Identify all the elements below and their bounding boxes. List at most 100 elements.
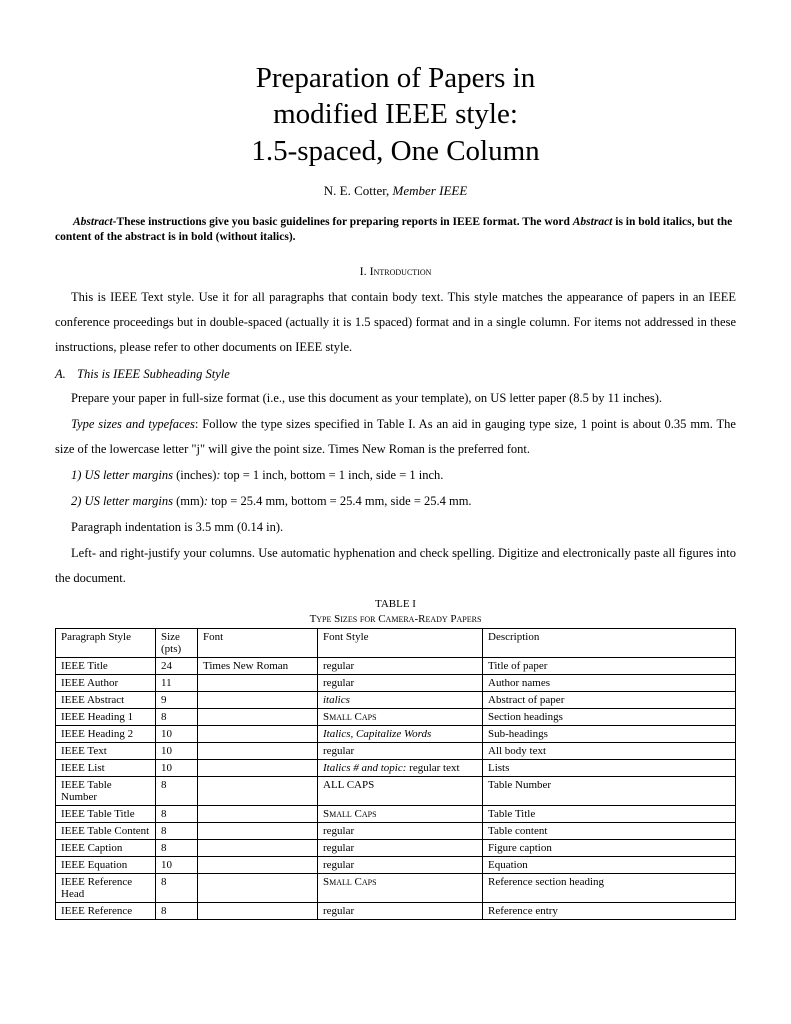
paragraph-a5: Paragraph indentation is 3.5 mm (0.14 in… <box>55 515 736 540</box>
cell-description: Title of paper <box>483 658 736 675</box>
cell-style: IEEE Abstract <box>56 692 156 709</box>
table-row: IEEE Reference Head8 Small CapsReference … <box>56 874 736 903</box>
cell-fontstyle: Small Caps <box>318 806 483 823</box>
cell-description: Sub-headings <box>483 726 736 743</box>
author-name: N. E. Cotter, <box>324 183 393 198</box>
author-affiliation: Member IEEE <box>393 183 468 198</box>
table-title: Type Sizes for Camera-Ready Papers <box>310 613 482 625</box>
section-heading-1: I. Introduction <box>55 264 736 279</box>
cell-style: IEEE Text <box>56 743 156 760</box>
cell-fontstyle: regular <box>318 675 483 692</box>
cell-description: All body text <box>483 743 736 760</box>
cell-font <box>198 777 318 806</box>
cell-size: 8 <box>156 806 198 823</box>
cell-description: Abstract of paper <box>483 692 736 709</box>
cell-fontstyle: Small Caps <box>318 874 483 903</box>
cell-size: 8 <box>156 874 198 903</box>
cell-font <box>198 760 318 777</box>
cell-fontstyle: italics <box>318 692 483 709</box>
table-row: IEEE Equation10regularEquation <box>56 857 736 874</box>
cell-fontstyle: regular <box>318 903 483 920</box>
cell-size: 8 <box>156 823 198 840</box>
table-row: IEEE Title24Times New RomanregularTitle … <box>56 658 736 675</box>
cell-font <box>198 675 318 692</box>
paper-title: Preparation of Papers in modified IEEE s… <box>55 60 736 169</box>
cell-fontstyle: ALL CAPS <box>318 777 483 806</box>
cell-font <box>198 903 318 920</box>
cell-font <box>198 709 318 726</box>
cell-font <box>198 823 318 840</box>
cell-style: IEEE Table Number <box>56 777 156 806</box>
cell-font <box>198 743 318 760</box>
table-body: IEEE Title24Times New RomanregularTitle … <box>56 658 736 920</box>
cell-description: Figure caption <box>483 840 736 857</box>
th-paragraph-style: Paragraph Style <box>56 629 156 658</box>
cell-size: 8 <box>156 709 198 726</box>
cell-style: IEEE Table Content <box>56 823 156 840</box>
title-line-1: Preparation of Papers in <box>256 62 535 94</box>
cell-description: Table Number <box>483 777 736 806</box>
cell-size: 10 <box>156 743 198 760</box>
type-sizes-table: Paragraph Style Size(pts) Font Font Styl… <box>55 628 736 920</box>
para-a4-rest: top = 25.4 mm, bottom = 25.4 mm, side = … <box>208 494 472 508</box>
section-title: Introduction <box>370 264 432 278</box>
section-number: I. <box>360 264 370 278</box>
table-row: IEEE Abstract9 italicsAbstract of paper <box>56 692 736 709</box>
para-a3-rest: top = 1 inch, bottom = 1 inch, side = 1 … <box>221 468 444 482</box>
cell-style: IEEE Heading 1 <box>56 709 156 726</box>
cell-fontstyle: regular <box>318 840 483 857</box>
cell-fontstyle: regular <box>318 823 483 840</box>
cell-size: 10 <box>156 726 198 743</box>
title-line-2: modified IEEE style: <box>273 98 518 130</box>
cell-description: Equation <box>483 857 736 874</box>
table-row: IEEE Heading 18Small CapsSection heading… <box>56 709 736 726</box>
th-font: Font <box>198 629 318 658</box>
table-row: IEEE Caption8regularFigure caption <box>56 840 736 857</box>
para-a4-mid: (mm) <box>176 494 204 508</box>
cell-font <box>198 840 318 857</box>
table-row: IEEE Author11regularAuthor names <box>56 675 736 692</box>
cell-fontstyle: regular <box>318 658 483 675</box>
cell-style: IEEE Heading 2 <box>56 726 156 743</box>
cell-fontstyle: Italics, Capitalize Words <box>318 726 483 743</box>
para-a2-lead: Type sizes and typefaces <box>71 417 195 431</box>
cell-style: IEEE Table Title <box>56 806 156 823</box>
table-row: IEEE Text10regularAll body text <box>56 743 736 760</box>
table-number: TABLE I <box>375 598 416 610</box>
table-row: IEEE Table Content8 regularTable content <box>56 823 736 840</box>
cell-style: IEEE Title <box>56 658 156 675</box>
para-a3-lead: 1) US letter margins <box>71 468 176 482</box>
cell-size: 11 <box>156 675 198 692</box>
title-line-3: 1.5-spaced, One Column <box>251 135 539 167</box>
cell-size: 8 <box>156 777 198 806</box>
paragraph-a6: Left- and right-justify your columns. Us… <box>55 541 736 591</box>
cell-style: IEEE Reference Head <box>56 874 156 903</box>
cell-description: Reference section heading <box>483 874 736 903</box>
para-a4-lead: 2) US letter margins <box>71 494 176 508</box>
table-header-row: Paragraph Style Size(pts) Font Font Styl… <box>56 629 736 658</box>
para-a3-mid: (inches) <box>176 468 216 482</box>
cell-font <box>198 726 318 743</box>
paragraph-a3: 1) US letter margins (inches): top = 1 i… <box>55 463 736 488</box>
abstract: Abstract-These instructions give you bas… <box>55 215 736 246</box>
table-row: IEEE Table Title8Small CapsTable Title <box>56 806 736 823</box>
cell-style: IEEE Equation <box>56 857 156 874</box>
cell-description: Section headings <box>483 709 736 726</box>
cell-size: 8 <box>156 840 198 857</box>
cell-size: 10 <box>156 857 198 874</box>
cell-size: 24 <box>156 658 198 675</box>
cell-description: Author names <box>483 675 736 692</box>
cell-description: Reference entry <box>483 903 736 920</box>
paragraph-a1: Prepare your paper in full-size format (… <box>55 386 736 411</box>
paragraph-a4: 2) US letter margins (mm): top = 25.4 mm… <box>55 489 736 514</box>
subhead-title: This is IEEE Subheading Style <box>77 367 230 381</box>
th-font-style: Font Style <box>318 629 483 658</box>
abstract-emph-word: Abstract <box>573 216 613 228</box>
cell-size: 8 <box>156 903 198 920</box>
cell-size: 9 <box>156 692 198 709</box>
cell-description: Table content <box>483 823 736 840</box>
intro-paragraph: This is IEEE Text style. Use it for all … <box>55 285 736 360</box>
cell-font <box>198 857 318 874</box>
subheading-a: A.This is IEEE Subheading Style <box>55 367 736 382</box>
cell-description: Lists <box>483 760 736 777</box>
